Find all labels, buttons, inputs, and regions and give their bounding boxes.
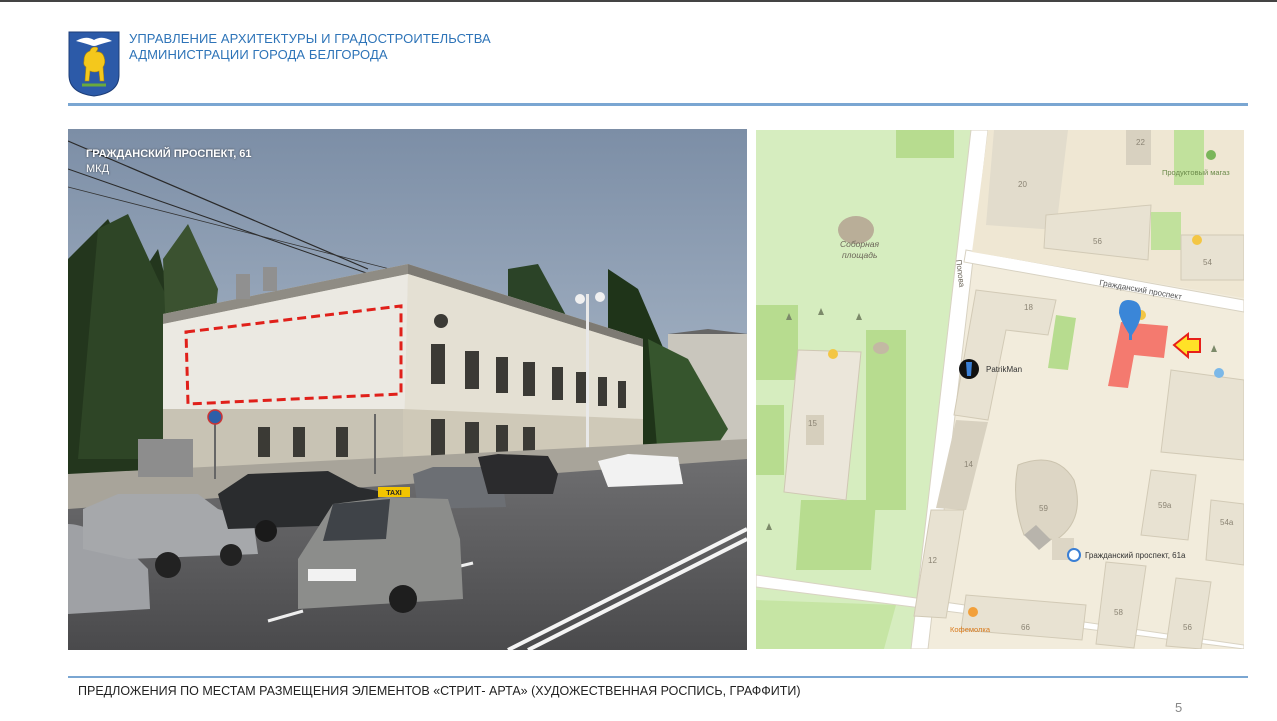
number-15: 15 [808,419,817,428]
top-rule [0,0,1277,2]
poi-icon-east[interactable] [1214,368,1224,378]
poi-grocery-label: Продуктовый магаз [1162,168,1230,177]
location-map: 20 22 56 54 18 15 14 59 59а 54а 12 58 56… [756,130,1244,649]
park-patch-top [896,130,954,158]
number-59a: 59а [1158,501,1172,510]
park-patch-left [756,305,798,380]
building-east [1160,369,1244,461]
header-title: УПРАВЛЕНИЕ АРХИТЕКТУРЫ И ГРАДОСТРОИТЕЛЬС… [129,31,491,63]
number-22: 22 [1136,138,1145,147]
park-bottom-left [756,600,896,649]
number-14: 14 [964,460,973,469]
building-54 [1180,234,1244,281]
park-patch-left-2 [756,405,784,475]
number-54: 54 [1203,258,1212,267]
footer-caption: ПРЕДЛОЖЕНИЯ ПО МЕСТАМ РАЗМЕЩЕНИЯ ЭЛЕМЕНТ… [78,684,801,698]
taxi-sign-text: TAXI [386,490,401,497]
label-ploshchad: площадь [842,250,877,260]
number-58: 58 [1114,608,1123,617]
poi-icon-park[interactable] [828,349,838,359]
header-rule [68,103,1248,106]
header-title-line-2: АДМИНИСТРАЦИИ ГОРОДА БЕЛГОРОДА [129,47,388,62]
photo-building-type: МКД [86,163,110,175]
number-54a: 54а [1220,518,1234,527]
belgorod-coat-of-arms-icon [68,31,120,97]
photo-caption: ГРАЖДАНСКИЙ ПРОСПЕКТ, 61 МКД [86,147,252,177]
poi-address-61a[interactable]: Гражданский проспект, 61а [1067,548,1186,562]
number-56-south: 56 [1183,623,1192,632]
label-sobornaya: Соборная [840,239,880,249]
park-patch-center [866,330,906,510]
building-59 [1015,459,1078,541]
poi-address-label: Гражданский проспект, 61а [1085,551,1186,560]
page-number: 5 [1175,700,1183,715]
poi-cafe-label: Кофемолка [950,625,991,634]
poi-patrikman-label: PatrikMan [986,365,1022,374]
number-12: 12 [928,556,937,565]
photo-address: ГРАЖДАНСКИЙ ПРОСПЕКТ, 61 [86,148,252,160]
footer-rule [68,676,1248,678]
park-patch-south [796,500,876,570]
number-66: 66 [1021,623,1030,632]
number-59: 59 [1039,504,1048,513]
building-54a [1205,499,1244,566]
number-18: 18 [1024,303,1033,312]
park-block-ne [1151,212,1181,250]
header-title-line-1: УПРАВЛЕНИЕ АРХИТЕКТУРЫ И ГРАДОСТРОИТЕЛЬС… [129,31,491,46]
poi-icon-north[interactable] [1192,235,1202,245]
number-56: 56 [1093,237,1102,246]
street-photo: TAXI ГРАЖДАНСКИЙ ПРОСПЕКТ, 61 МКД [68,129,747,650]
number-20: 20 [1018,180,1027,189]
building-22 [1126,130,1151,165]
